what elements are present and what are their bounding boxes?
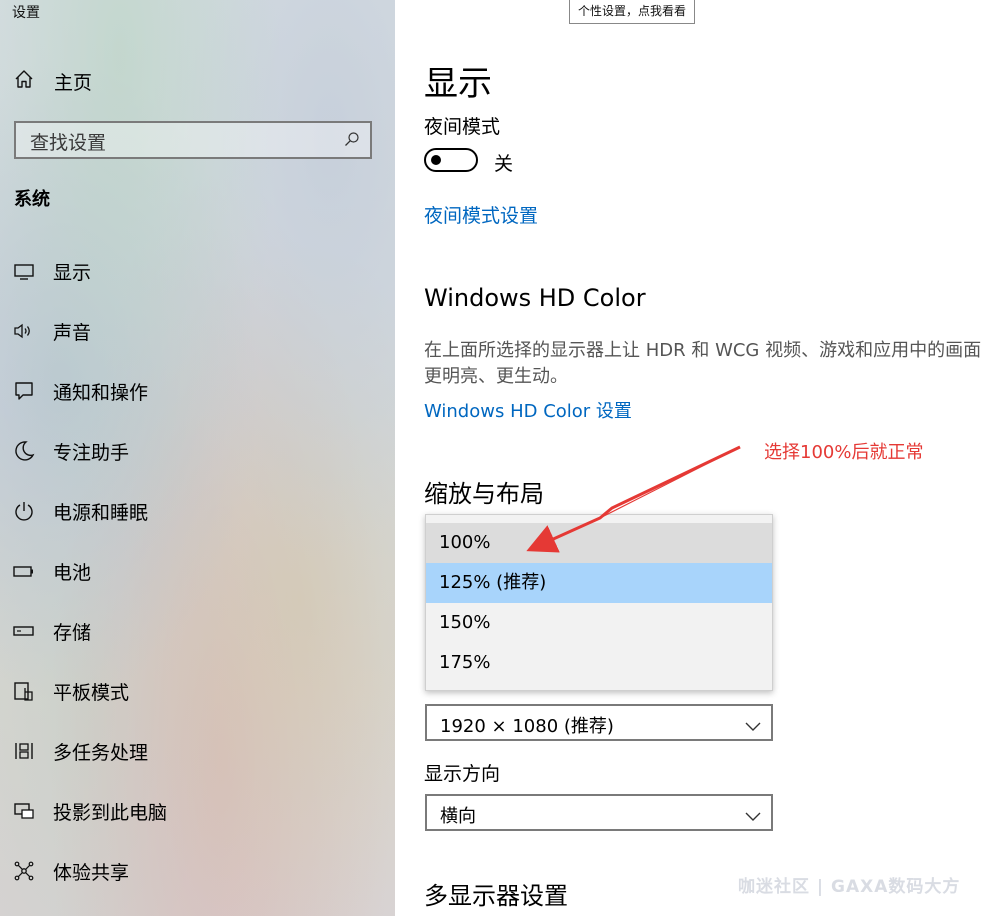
watermark: 咖迷社区 | GAXA数码大方: [738, 877, 961, 897]
annotation-text: 选择100%后就正常: [764, 442, 924, 463]
